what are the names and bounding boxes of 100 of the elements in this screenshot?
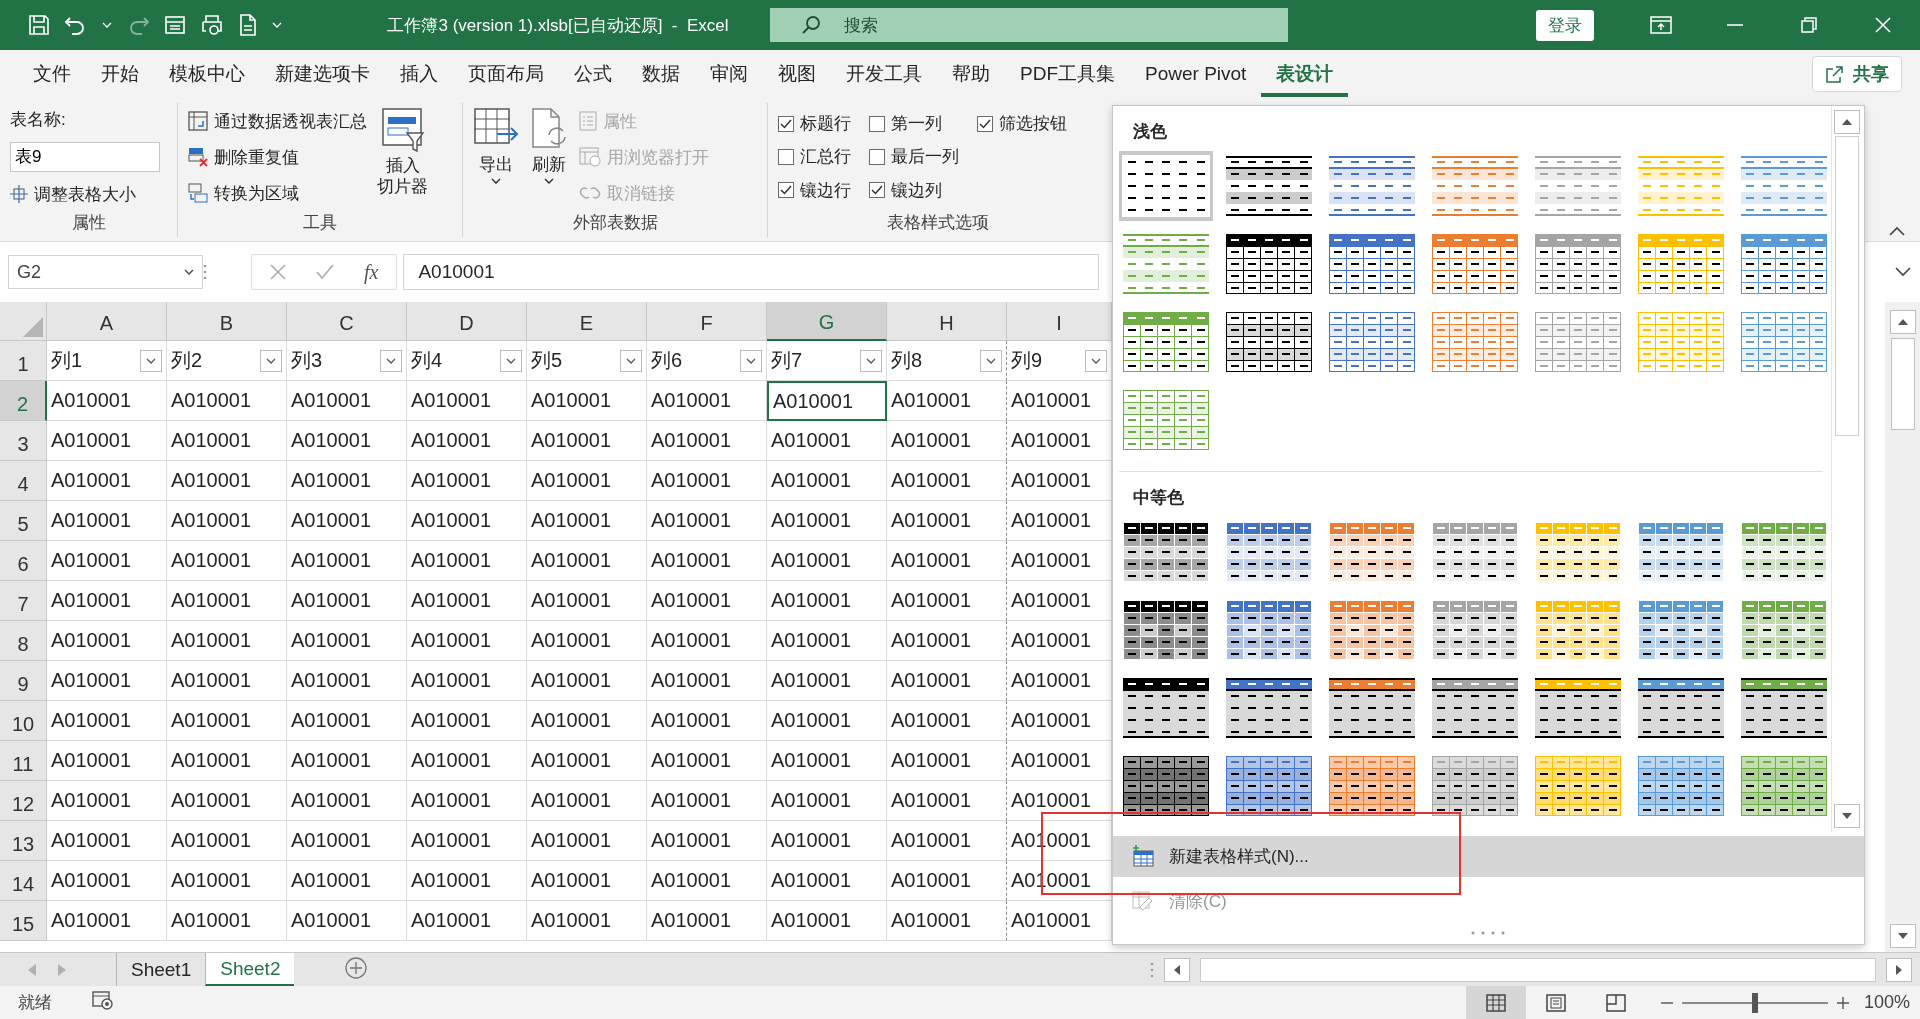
table-cell: A010001 <box>167 621 287 661</box>
row-header[interactable]: 8 <box>0 621 47 661</box>
row-header[interactable]: 5 <box>0 501 47 541</box>
ribbon-tab[interactable]: 公式 <box>559 50 627 97</box>
row-header[interactable]: 7 <box>0 581 47 621</box>
scroll-down-button[interactable] <box>1889 924 1916 948</box>
scroll-right-button[interactable] <box>1886 957 1912 982</box>
checkbox[interactable] <box>869 115 885 132</box>
save-icon[interactable] <box>28 14 50 36</box>
row-header[interactable]: 13 <box>0 821 47 861</box>
zoom-in-icon[interactable] <box>1835 995 1850 1010</box>
sign-in-button[interactable]: 登录 <box>1536 9 1594 41</box>
table-cell: A010001 <box>767 741 887 781</box>
zoom-slider-thumb[interactable] <box>1751 992 1758 1013</box>
ribbon-tab[interactable]: 模板中心 <box>154 50 260 97</box>
refresh-button[interactable]: 刷新 <box>529 103 569 211</box>
table-style-swatch[interactable] <box>1119 151 1213 221</box>
close-icon[interactable] <box>1873 15 1893 35</box>
style-option-checkbox[interactable]: 汇总行 <box>778 140 851 174</box>
customize-toolbar-icon[interactable] <box>272 22 282 28</box>
ribbon-display-icon[interactable] <box>1650 15 1672 35</box>
sheet-tab[interactable]: Sheet2 <box>205 953 295 986</box>
column-header[interactable]: D <box>407 302 527 341</box>
print-preview-icon[interactable] <box>200 14 224 36</box>
row-header[interactable]: 15 <box>0 901 47 941</box>
row-header[interactable]: 10 <box>0 701 47 741</box>
row-header[interactable]: 11 <box>0 741 47 781</box>
scroll-left-button[interactable] <box>1164 957 1190 982</box>
share-button[interactable]: 共享 <box>1812 55 1902 92</box>
column-header[interactable]: E <box>527 302 647 341</box>
column-header[interactable]: A <box>47 302 167 341</box>
name-box[interactable]: G2 <box>8 255 203 289</box>
row-header[interactable]: 2 <box>0 381 47 421</box>
checkbox[interactable] <box>869 182 885 199</box>
scroll-up-button[interactable] <box>1833 110 1860 134</box>
ribbon-tab[interactable]: Power Pivot <box>1130 50 1262 97</box>
row-header[interactable]: 12 <box>0 781 47 821</box>
style-option-checkbox[interactable]: 镶边行 <box>778 173 851 207</box>
tool-button[interactable]: 转换为区域 <box>188 181 367 205</box>
insert-slicer-button[interactable]: 插入 切片器 <box>377 103 428 211</box>
ribbon-tab[interactable]: 新建选项卡 <box>260 50 385 97</box>
ribbon-tab[interactable]: 开始 <box>86 50 154 97</box>
view-button[interactable] <box>1465 986 1526 1019</box>
checkbox[interactable] <box>778 182 794 199</box>
style-option-checkbox[interactable]: 标题行 <box>778 107 851 141</box>
ribbon-tab[interactable]: 视图 <box>763 50 831 97</box>
undo-dropdown-icon[interactable] <box>102 22 112 28</box>
expand-formula-bar-icon[interactable] <box>1894 266 1912 278</box>
collapse-ribbon-icon[interactable] <box>1888 225 1906 237</box>
tool-button[interactable]: 删除重复值 <box>188 145 367 169</box>
style-option-checkbox[interactable]: 筛选按钮 <box>977 107 1067 141</box>
search-field[interactable]: 搜索 <box>770 8 1288 42</box>
restore-icon[interactable] <box>1799 15 1819 35</box>
style-option-checkbox[interactable]: 第一列 <box>869 107 959 141</box>
row-header[interactable]: 6 <box>0 541 47 581</box>
checkbox[interactable] <box>778 149 794 165</box>
column-header[interactable]: G <box>767 302 887 341</box>
row-header[interactable]: 14 <box>0 861 47 901</box>
scroll-up-button[interactable] <box>1889 310 1916 334</box>
ribbon-tab[interactable]: 文件 <box>18 50 86 97</box>
horizontal-scrollbar-thumb[interactable] <box>1200 957 1876 982</box>
row-header[interactable]: 4 <box>0 461 47 501</box>
scroll-down-button[interactable] <box>1833 803 1860 828</box>
checkbox[interactable] <box>977 115 993 132</box>
ribbon-tab[interactable]: 开发工具 <box>831 50 937 97</box>
accessibility-icon[interactable] <box>92 990 114 1010</box>
ribbon-tab[interactable]: 帮助 <box>937 50 1005 97</box>
column-header[interactable]: C <box>287 302 407 341</box>
table-cell: A010001 <box>887 861 1007 901</box>
table-name-field[interactable]: 表9 <box>10 142 160 172</box>
formula-field[interactable]: A010001 <box>403 254 1100 290</box>
menu-item[interactable]: 新建表格样式(N)... <box>1113 835 1864 877</box>
column-header[interactable]: H <box>887 302 1007 341</box>
table-cell: A010001 <box>47 461 167 501</box>
column-header[interactable]: B <box>167 302 287 341</box>
export-button[interactable]: 导出 <box>473 103 519 211</box>
ribbon-tab[interactable]: 插入 <box>385 50 453 97</box>
column-header[interactable]: I <box>1007 302 1112 341</box>
zoom-level[interactable]: 100% <box>1863 992 1910 1013</box>
document-icon[interactable] <box>238 14 258 36</box>
column-header[interactable]: F <box>647 302 767 341</box>
row-header[interactable]: 3 <box>0 421 47 461</box>
scrollbar-thumb[interactable] <box>1890 338 1915 430</box>
ribbon-tab[interactable]: PDF工具集 <box>1005 50 1130 97</box>
style-option-checkbox[interactable]: 镶边列 <box>869 173 959 207</box>
checkbox[interactable] <box>869 149 885 165</box>
table-cell: A010001 <box>647 461 767 501</box>
row-header[interactable]: 1 <box>0 341 47 381</box>
tool-button[interactable]: 通过数据透视表汇总 <box>188 109 367 133</box>
row-header[interactable]: 9 <box>0 661 47 701</box>
form-icon[interactable] <box>164 14 186 36</box>
ribbon-tab[interactable]: 审阅 <box>695 50 763 97</box>
ribbon-tab[interactable]: 页面布局 <box>453 50 559 97</box>
style-option-checkbox[interactable]: 最后一列 <box>869 140 959 174</box>
scrollbar-thumb[interactable] <box>1834 136 1859 436</box>
insert-function-button[interactable]: fx <box>364 260 379 284</box>
add-sheet-icon[interactable] <box>344 955 369 980</box>
resize-table-button[interactable]: 调整表格大小 <box>10 182 160 206</box>
checkbox[interactable] <box>778 115 794 132</box>
ribbon-tab[interactable]: 数据 <box>627 50 695 97</box>
